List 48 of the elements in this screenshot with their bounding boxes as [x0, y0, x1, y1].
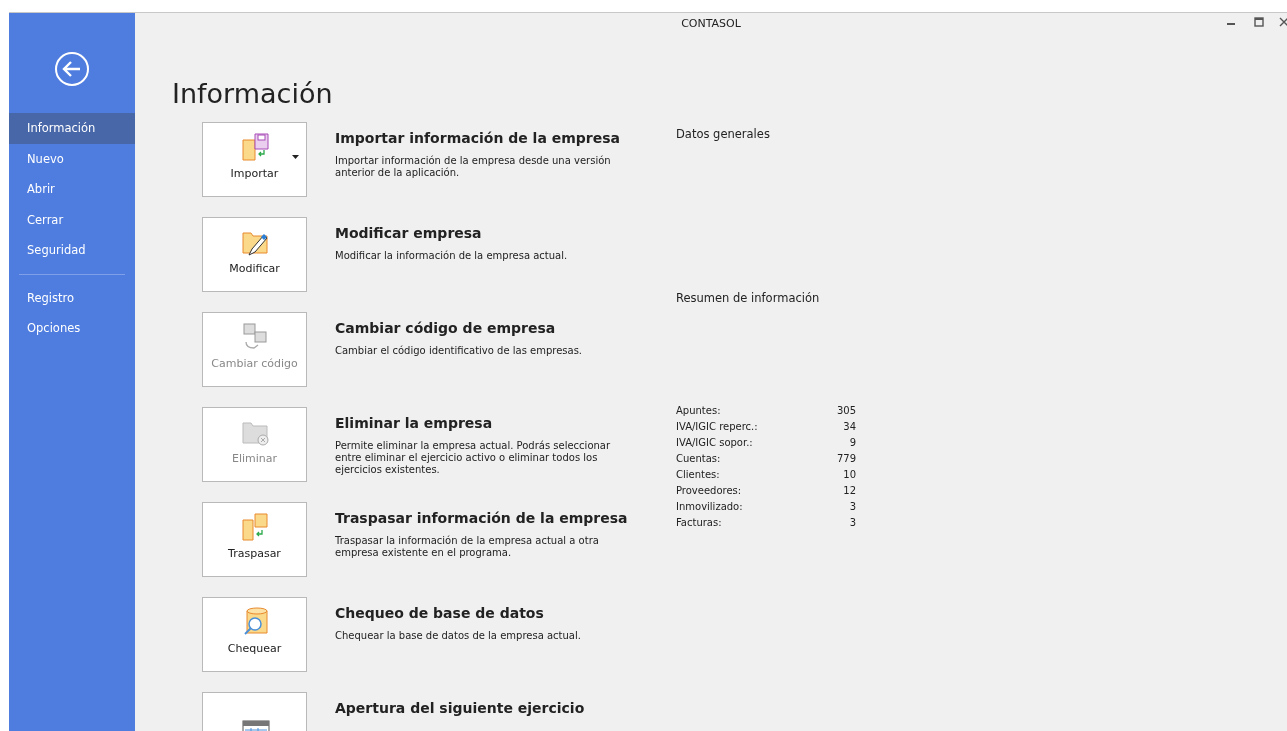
section-title: Resumen de información [676, 289, 821, 307]
stat-value: 34 [843, 419, 856, 434]
stat-label: IVA/IGIC reperc.: [676, 419, 758, 434]
stat-label: Clientes: [676, 467, 720, 482]
stat-value: 12 [843, 483, 856, 498]
action-title: Importar información de la empresa [335, 129, 622, 149]
sidebar-item[interactable]: Abrir [9, 174, 135, 205]
stat-value: 3 [849, 499, 856, 514]
caret-icon[interactable] [292, 155, 299, 160]
sidebar-item[interactable]: Nuevo [9, 143, 135, 174]
stat-value: 779 [836, 451, 856, 466]
action-tile[interactable]: Modificar [202, 217, 307, 293]
sidebar-item[interactable]: Cerrar [9, 204, 135, 235]
stat-label: Proveedores: [676, 483, 742, 498]
sidebar-item[interactable]: Registro [9, 282, 135, 313]
stat-value: 3 [849, 515, 856, 530]
action-title: Apertura del siguiente ejercicio [335, 699, 586, 719]
section-title: Datos generales [676, 126, 771, 144]
action-title: Chequeo de base de datos [335, 604, 545, 624]
sidebar-item[interactable]: Seguridad [9, 235, 135, 266]
close-icon[interactable] [1279, 17, 1287, 27]
action-tile[interactable]: Chequear [202, 597, 307, 673]
action-title: Eliminar la empresa [335, 414, 494, 434]
stat-value: 305 [836, 403, 856, 418]
stat-label: Facturas: [676, 515, 722, 530]
action-description: Importar información de la empresa desde una versión anterior de la aplicación. [335, 155, 612, 180]
action-title: Cambiar código de empresa [335, 319, 557, 339]
window-title: CONTASOL [681, 16, 741, 32]
stat-value: 10 [843, 467, 856, 482]
action-description: Modificar la información de la empresa actual. [335, 250, 569, 263]
stat-value: 9 [849, 435, 856, 450]
stat-label: Apuntes: [676, 403, 721, 418]
action-tile[interactable]: Traspasar [202, 502, 307, 578]
page-heading: Información [172, 78, 334, 111]
action-description: Cambiar el código identificativo de las empresas. [335, 345, 584, 358]
maximize-icon[interactable] [1254, 17, 1264, 27]
action-description: Permite eliminar la empresa actual. Podrás seleccionar entre eliminar el ejercicio activo o eliminar todos los ejercicios existentes. [335, 440, 612, 477]
sidebar-item[interactable]: Opciones [9, 313, 135, 344]
action-tile[interactable]: Importar [202, 122, 307, 198]
sidebar-item[interactable]: Información [9, 113, 135, 144]
stat-label: Inmovilizado: [676, 499, 743, 514]
action-description: Traspasar la información de la empresa actual a otra empresa existente en el programa. [335, 535, 600, 560]
stat-label: IVA/IGIC sopor.: [676, 435, 753, 450]
stat-label: Cuentas: [676, 451, 721, 466]
action-description: Chequear la base de datos de la empresa actual. [335, 630, 582, 643]
action-title: Traspasar información de la empresa [335, 509, 629, 529]
action-title: Modificar empresa [335, 224, 483, 244]
back-icon[interactable] [54, 51, 90, 87]
